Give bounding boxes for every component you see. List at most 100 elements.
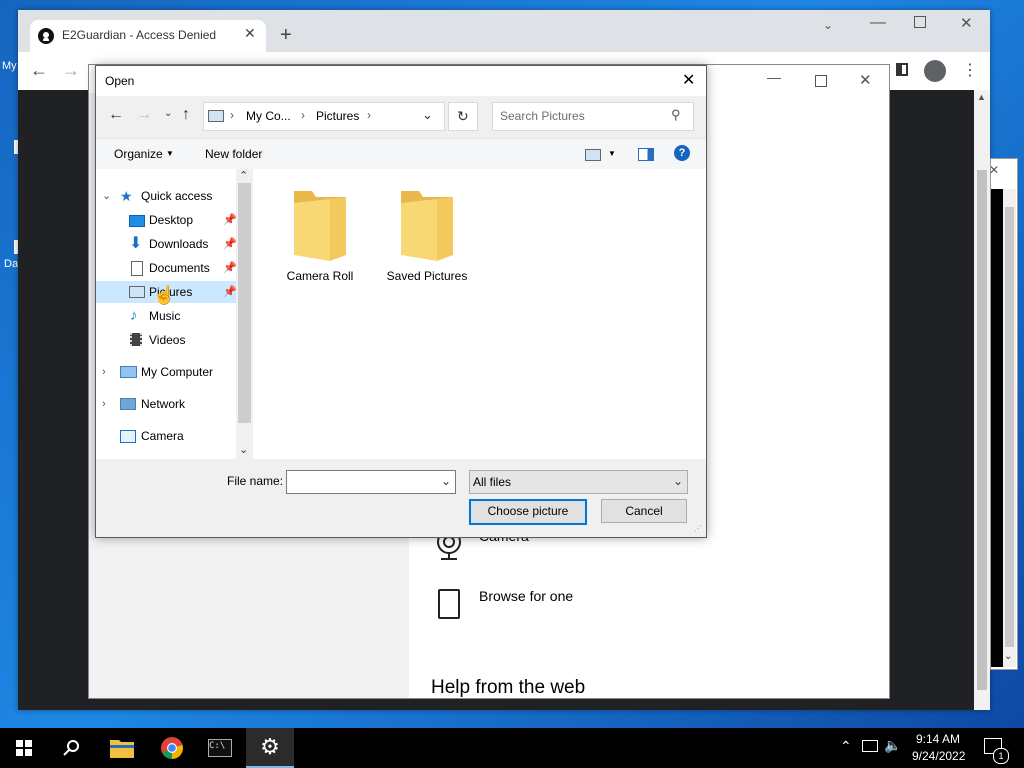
terminal-button[interactable]: C:\ (196, 728, 244, 768)
close-window-icon[interactable]: ✕ (960, 14, 973, 32)
maximize-icon[interactable] (914, 16, 926, 28)
help-heading: Help from the web (431, 677, 586, 698)
help-icon[interactable]: ? (674, 145, 690, 161)
search-box[interactable]: Search Pictures ⚲ (492, 102, 694, 131)
choose-picture-button[interactable]: Choose picture (469, 499, 587, 525)
refresh-button[interactable]: ↻ (448, 102, 478, 131)
taskbar: C:\ ⚙ ⌃ 🔈 9:14 AM 9/24/2022 1 (0, 728, 1024, 768)
side-panel-icon[interactable] (896, 63, 908, 76)
resize-grip-icon[interactable]: ⋰ (694, 524, 702, 533)
address-bar[interactable]: › My Co... › Pictures › ⌄ (203, 102, 445, 131)
collapse-icon[interactable]: ⌄ (102, 185, 111, 207)
nav-item-desktop[interactable]: Desktop 📌 (96, 209, 237, 231)
new-tab-button[interactable]: + (280, 24, 292, 47)
view-dropdown-icon[interactable]: ▼ (608, 149, 616, 158)
volume-icon[interactable]: 🔈 (884, 737, 901, 754)
close-window-icon[interactable]: ✕ (859, 71, 872, 89)
tab-close-icon[interactable]: ✕ (244, 25, 256, 42)
breadcrumb-pictures[interactable]: Pictures (316, 109, 359, 123)
nav-camera[interactable]: Camera (96, 425, 236, 447)
pin-icon[interactable]: 📌 (223, 281, 237, 303)
pin-icon[interactable]: 📌 (223, 209, 237, 231)
menu-icon[interactable]: ⋮ (962, 60, 978, 80)
address-dropdown-icon[interactable]: ⌄ (422, 107, 433, 123)
network-status-icon[interactable] (862, 740, 878, 752)
desktop-icon-label-da[interactable]: Da (4, 258, 18, 270)
breadcrumb-my-computer[interactable]: My Co... (246, 109, 291, 123)
clock-date[interactable]: 9/24/2022 (912, 749, 965, 763)
nav-item-videos[interactable]: Videos (96, 329, 236, 351)
dialog-titlebar[interactable]: Open ✕ (96, 66, 706, 96)
file-type-select[interactable]: All files ⌄ (469, 470, 688, 494)
nav-item-downloads[interactable]: ⬇ Downloads 📌 (96, 233, 237, 255)
settings-button[interactable]: ⚙ (246, 728, 294, 768)
search-input[interactable]: Search Pictures (500, 109, 585, 123)
forward-icon[interactable]: → (136, 106, 152, 124)
browse-option-label[interactable]: Browse for one (479, 588, 573, 604)
chrome-icon (161, 737, 183, 759)
tab-search-icon[interactable]: ⌄ (823, 18, 833, 32)
minimize-icon[interactable]: — (767, 69, 781, 85)
nav-network[interactable]: › Network (96, 393, 236, 415)
folder-icon (401, 191, 453, 261)
cancel-button[interactable]: Cancel (601, 499, 687, 523)
organize-dropdown-icon[interactable]: ▼ (166, 149, 174, 158)
folder-item[interactable]: Saved Pictures (377, 185, 477, 283)
scroll-down-icon[interactable]: ⌄ (239, 443, 248, 456)
file-name-input[interactable]: ⌄ (286, 470, 456, 494)
scroll-up-icon[interactable]: ▲ (977, 92, 986, 102)
fragment-scrollbar[interactable]: ⌄ (1003, 189, 1016, 667)
nav-item-label: Desktop (149, 213, 194, 227)
page-scrollbar[interactable]: ▲ (974, 90, 990, 710)
up-icon[interactable]: ↑ (182, 106, 190, 124)
notification-badge: 1 (993, 748, 1009, 764)
search-button[interactable] (48, 728, 96, 768)
close-icon[interactable]: ✕ (989, 163, 999, 177)
profile-icon[interactable] (924, 60, 946, 82)
file-name-label: File name: (227, 474, 284, 488)
organize-button[interactable]: Organize (114, 147, 163, 161)
start-button[interactable] (0, 728, 48, 768)
change-view-icon[interactable] (585, 149, 601, 161)
forward-icon[interactable]: → (62, 60, 80, 81)
tab-title: E2Guardian - Access Denied (62, 28, 217, 42)
nav-item-label: Documents (149, 261, 210, 275)
file-name-dropdown-icon[interactable]: ⌄ (441, 474, 451, 488)
show-hidden-icons-icon[interactable]: ⌃ (840, 738, 852, 755)
pin-icon[interactable]: 📌 (223, 233, 237, 255)
minimize-icon[interactable]: — (870, 14, 886, 32)
recent-locations-icon[interactable]: ⌄ (164, 108, 172, 119)
breadcrumb-separator: › (230, 108, 234, 122)
file-explorer-button[interactable] (98, 728, 146, 768)
nav-item-music[interactable]: ♪ Music (96, 305, 236, 327)
scroll-up-icon[interactable]: ⌃ (239, 169, 248, 182)
scroll-thumb[interactable] (1005, 207, 1014, 647)
nav-scrollbar[interactable]: ⌃ ⌄ (236, 169, 253, 459)
folder-label: Saved Pictures (386, 269, 468, 283)
github-icon (38, 28, 54, 47)
preview-pane-icon[interactable] (638, 148, 654, 161)
maximize-icon[interactable] (815, 75, 827, 87)
clock-time[interactable]: 9:14 AM (916, 732, 960, 746)
dialog-close-icon[interactable]: ✕ (682, 70, 695, 90)
nav-item-documents[interactable]: Documents 📌 (96, 257, 237, 279)
new-folder-button[interactable]: New folder (205, 147, 262, 161)
desktop-icon-label-my[interactable]: My (2, 60, 17, 72)
back-icon[interactable]: ← (108, 106, 124, 124)
expand-icon[interactable]: › (102, 393, 106, 415)
file-type-dropdown-icon[interactable]: ⌄ (673, 474, 683, 488)
scroll-thumb[interactable] (977, 170, 987, 690)
nav-quick-access[interactable]: ⌄ ★ Quick access (96, 185, 236, 207)
refresh-icon: ↻ (457, 108, 469, 124)
search-icon[interactable]: ⚲ (671, 107, 681, 123)
nav-my-computer[interactable]: › My Computer (96, 361, 236, 383)
chrome-button[interactable] (148, 728, 196, 768)
scroll-down-icon[interactable]: ⌄ (1004, 651, 1012, 662)
nav-item-label: Videos (149, 333, 186, 347)
pin-icon[interactable]: 📌 (223, 257, 237, 279)
expand-icon[interactable]: › (102, 361, 106, 383)
back-icon[interactable]: ← (30, 60, 48, 81)
folder-label: Camera Roll (286, 269, 354, 283)
scroll-thumb[interactable] (238, 183, 251, 423)
folder-item[interactable]: Camera Roll (270, 185, 370, 283)
